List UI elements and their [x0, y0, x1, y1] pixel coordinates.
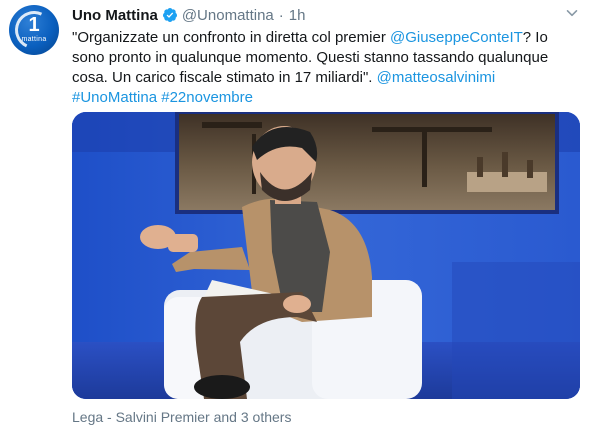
hashtag-link[interactable]: #UnoMattina — [72, 89, 157, 106]
hashtag-link[interactable]: #22novembre — [161, 89, 253, 106]
chevron-down-icon[interactable] — [565, 6, 579, 20]
tweet-card[interactable]: 1 mattina Uno Mattina @Unomattina · 1h "… — [0, 0, 590, 430]
avatar[interactable]: 1 mattina — [9, 5, 59, 55]
tweet-text-part: "Organizzate un confronto in diretta col… — [72, 29, 390, 46]
timestamp[interactable]: 1h — [289, 7, 306, 24]
author-name[interactable]: Uno Mattina — [72, 7, 158, 24]
separator-dot: · — [278, 6, 284, 24]
author-handle[interactable]: @Unomattina — [182, 7, 274, 24]
studio-photo — [72, 112, 580, 399]
mention-link[interactable]: @matteosalvinimi — [377, 69, 496, 86]
tagged-users[interactable]: Lega - Salvini Premier and 3 others — [72, 409, 291, 425]
logo-number: 1 — [28, 14, 40, 36]
verified-badge-icon — [162, 8, 177, 22]
tweet-header: Uno Mattina @Unomattina · 1h — [72, 5, 305, 25]
tweet-media-image[interactable] — [72, 112, 580, 399]
tweet-text: "Organizzate un confronto in diretta col… — [72, 28, 582, 108]
logo-wordmark: mattina — [21, 36, 47, 43]
mention-link[interactable]: @GiuseppeConteIT — [390, 29, 523, 46]
